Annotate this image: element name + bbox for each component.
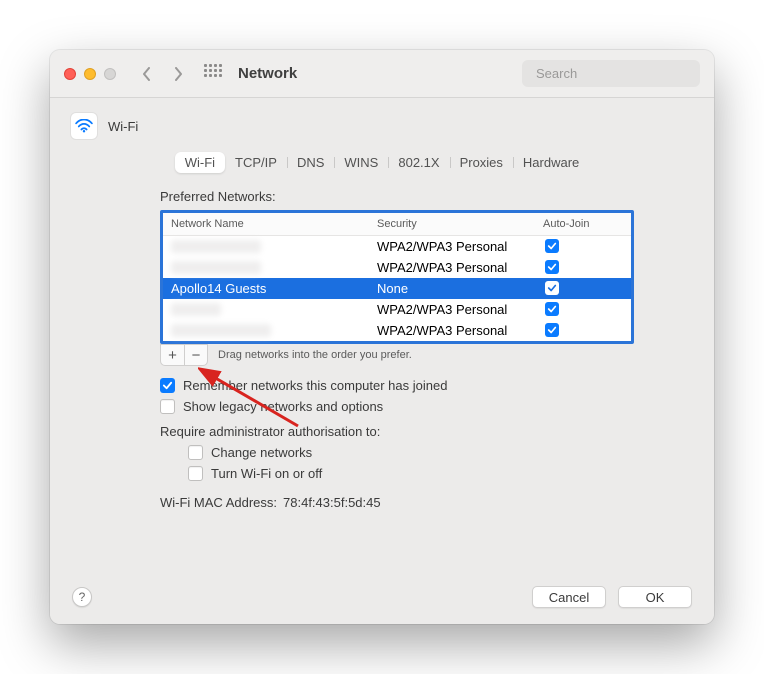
preferred-networks-label: Preferred Networks: bbox=[160, 189, 634, 204]
forward-button[interactable] bbox=[166, 62, 190, 86]
tab-wins[interactable]: WINS bbox=[334, 152, 388, 173]
turn-wifi-row: Turn Wi-Fi on or off bbox=[188, 466, 634, 481]
mac-address-label: Wi-Fi MAC Address: bbox=[160, 495, 277, 510]
tab-bar: Wi-Fi TCP/IP DNS WINS 802.1X Proxies Har… bbox=[175, 152, 590, 173]
preferred-networks-table[interactable]: Network Name Security Auto-Join WPA2/WPA… bbox=[160, 210, 634, 344]
tab-wifi[interactable]: Wi-Fi bbox=[175, 152, 225, 173]
pane-header: Wi-Fi bbox=[70, 112, 694, 140]
change-networks-checkbox[interactable] bbox=[188, 445, 203, 460]
network-name-redacted bbox=[171, 324, 271, 337]
minimize-window-button[interactable] bbox=[84, 68, 96, 80]
table-header: Network Name Security Auto-Join bbox=[163, 213, 631, 236]
table-row-selected[interactable]: Apollo14 Guests None bbox=[163, 278, 631, 299]
change-networks-row: Change networks bbox=[188, 445, 634, 460]
network-name-redacted bbox=[171, 261, 261, 274]
window-title: Network bbox=[238, 65, 297, 82]
help-button[interactable]: ? bbox=[72, 587, 92, 607]
tab-proxies[interactable]: Proxies bbox=[450, 152, 513, 173]
action-buttons: Cancel OK bbox=[532, 586, 692, 608]
col-autojoin[interactable]: Auto-Join bbox=[543, 218, 623, 230]
security-cell: None bbox=[377, 281, 537, 296]
remember-networks-label: Remember networks this computer has join… bbox=[183, 378, 447, 393]
tab-tcpip[interactable]: TCP/IP bbox=[225, 152, 287, 173]
network-name-redacted bbox=[171, 240, 261, 253]
footer: ? Cancel OK bbox=[70, 586, 694, 610]
remember-networks-checkbox[interactable] bbox=[160, 378, 175, 393]
turn-wifi-checkbox[interactable] bbox=[188, 466, 203, 481]
network-name-cell: Apollo14 Guests bbox=[171, 281, 371, 296]
security-cell: WPA2/WPA3 Personal bbox=[377, 302, 537, 317]
pane-title: Wi-Fi bbox=[108, 119, 138, 134]
autojoin-checkbox[interactable] bbox=[545, 302, 559, 316]
chevron-left-icon bbox=[142, 67, 151, 81]
mac-address-value: 78:4f:43:5f:5d:45 bbox=[283, 495, 381, 510]
col-security[interactable]: Security bbox=[377, 218, 537, 230]
tab-dns[interactable]: DNS bbox=[287, 152, 334, 173]
titlebar: Network bbox=[50, 50, 714, 98]
add-remove-bar: + − Drag networks into the order you pre… bbox=[160, 344, 634, 366]
security-cell: WPA2/WPA3 Personal bbox=[377, 260, 537, 275]
remove-network-button[interactable]: − bbox=[184, 344, 208, 366]
cancel-button[interactable]: Cancel bbox=[532, 586, 606, 608]
turn-wifi-label: Turn Wi-Fi on or off bbox=[211, 466, 322, 481]
table-row[interactable]: WPA2/WPA3 Personal bbox=[163, 320, 631, 341]
search-field[interactable] bbox=[522, 60, 700, 87]
traffic-lights bbox=[64, 68, 116, 80]
wifi-icon bbox=[75, 119, 93, 133]
content-area: Wi-Fi Wi-Fi TCP/IP DNS WINS 802.1X Proxi… bbox=[50, 98, 714, 624]
autojoin-checkbox[interactable] bbox=[545, 260, 559, 274]
table-body: WPA2/WPA3 Personal WPA2/WPA3 Personal Ap… bbox=[163, 236, 631, 341]
wifi-badge bbox=[70, 112, 98, 140]
network-advanced-window: Network Wi-Fi Wi-Fi TCP/IP DNS WINS bbox=[50, 50, 714, 624]
autojoin-checkbox[interactable] bbox=[545, 281, 559, 295]
table-row[interactable]: WPA2/WPA3 Personal bbox=[163, 299, 631, 320]
autojoin-checkbox[interactable] bbox=[545, 239, 559, 253]
remember-networks-row: Remember networks this computer has join… bbox=[160, 378, 634, 393]
security-cell: WPA2/WPA3 Personal bbox=[377, 323, 537, 338]
mac-address-row: Wi-Fi MAC Address: 78:4f:43:5f:5d:45 bbox=[160, 495, 634, 510]
change-networks-label: Change networks bbox=[211, 445, 312, 460]
autojoin-checkbox[interactable] bbox=[545, 323, 559, 337]
zoom-window-button[interactable] bbox=[104, 68, 116, 80]
col-network-name[interactable]: Network Name bbox=[171, 218, 371, 230]
network-name-redacted bbox=[171, 303, 221, 316]
wifi-section: Preferred Networks: Network Name Securit… bbox=[70, 189, 694, 510]
chevron-right-icon bbox=[174, 67, 183, 81]
security-cell: WPA2/WPA3 Personal bbox=[377, 239, 537, 254]
back-button[interactable] bbox=[134, 62, 158, 86]
legacy-networks-checkbox[interactable] bbox=[160, 399, 175, 414]
search-input[interactable] bbox=[536, 66, 712, 81]
tab-hardware[interactable]: Hardware bbox=[513, 152, 589, 173]
require-admin-label: Require administrator authorisation to: bbox=[160, 424, 634, 439]
show-all-icon[interactable] bbox=[204, 64, 224, 84]
close-window-button[interactable] bbox=[64, 68, 76, 80]
table-row[interactable]: WPA2/WPA3 Personal bbox=[163, 257, 631, 278]
table-row[interactable]: WPA2/WPA3 Personal bbox=[163, 236, 631, 257]
ok-button[interactable]: OK bbox=[618, 586, 692, 608]
tab-8021x[interactable]: 802.1X bbox=[388, 152, 449, 173]
add-network-button[interactable]: + bbox=[160, 344, 184, 366]
legacy-networks-row: Show legacy networks and options bbox=[160, 399, 634, 414]
drag-hint: Drag networks into the order you prefer. bbox=[218, 349, 412, 361]
legacy-networks-label: Show legacy networks and options bbox=[183, 399, 383, 414]
